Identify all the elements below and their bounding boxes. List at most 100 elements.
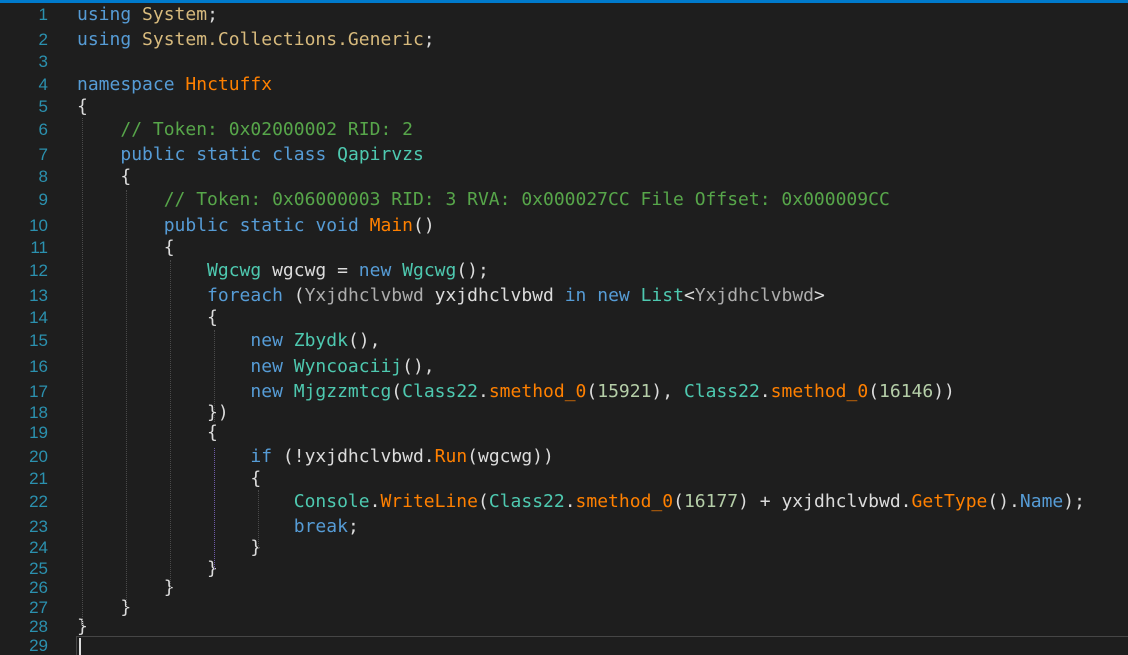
line-number: 5 (38, 97, 48, 116)
code-line[interactable]: 7 public static class Qapirvzs (0, 144, 1128, 166)
code-token: (!yxjdhclvbwd. (272, 446, 435, 467)
code-token: (). (987, 491, 1020, 512)
line-number: 13 (29, 286, 48, 305)
code-line[interactable]: 8 { (0, 166, 1128, 188)
code-token: namespace (77, 74, 175, 95)
code-token: (), (347, 330, 381, 351)
code-token: { (250, 468, 262, 489)
code-line[interactable]: 3 (0, 51, 1128, 73)
code-line[interactable]: 6 // Token: 0x02000002 RID: 2 (0, 119, 1128, 141)
text-caret (79, 638, 81, 655)
code-line[interactable]: 2 using System.Collections.Generic; (0, 29, 1128, 51)
line-number: 1 (38, 5, 48, 24)
code-token: { (207, 422, 218, 443)
code-token: { (120, 166, 132, 187)
code-token: ( (282, 285, 305, 306)
code-token: List (640, 285, 684, 306)
code-token: // Token: 0x02000002 RID: 2 (120, 119, 413, 140)
line-number: 11 (30, 238, 48, 257)
code-token: smethod_0 (575, 491, 674, 512)
code-text[interactable]: public static void Main() (77, 215, 435, 237)
code-token: foreach (207, 285, 283, 306)
code-text[interactable]: { (77, 96, 88, 118)
line-number: 20 (29, 447, 48, 466)
code-token: Hnctuffx (185, 74, 273, 95)
code-token: Zbydk (293, 330, 348, 351)
code-token: . (478, 381, 489, 402)
code-line[interactable]: 10 public static void Main() (0, 215, 1128, 237)
code-text[interactable]: }) (77, 402, 229, 424)
code-text[interactable]: new Mjgzzmtcg(Class22.smethod_0(15921), … (77, 381, 955, 403)
code-text[interactable]: break; (77, 516, 359, 538)
code-token: in (564, 285, 587, 306)
code-token: new (250, 356, 283, 377)
code-text[interactable]: new Wyncoaciij(), (77, 356, 434, 378)
code-text[interactable]: using System.Collections.Generic; (77, 29, 435, 51)
code-line[interactable]: 1 using System; (0, 4, 1128, 26)
code-token: > (814, 285, 825, 306)
code-editor[interactable]: 1 using System; 2 using System.Collections.… (0, 0, 1128, 655)
code-text[interactable]: { (77, 166, 131, 188)
code-token: 16146 (879, 381, 934, 402)
code-text[interactable]: Wgcwg wgcwg = new Wgcwg(); (77, 260, 489, 282)
code-token: < (683, 285, 695, 306)
code-text[interactable]: public static class Qapirvzs (77, 144, 423, 166)
code-token: ( (868, 381, 880, 402)
code-text[interactable]: Console.WriteLine(Class22.smethod_0(1617… (77, 491, 1085, 513)
code-text[interactable]: { (77, 422, 218, 444)
code-text[interactable]: // Token: 0x02000002 RID: 2 (77, 119, 413, 141)
line-number: 9 (38, 190, 48, 209)
code-line[interactable]: 9 // Token: 0x06000003 RID: 3 RVA: 0x000… (0, 189, 1128, 211)
code-token: Wyncoaciij (293, 356, 403, 377)
editor-top-accent (0, 0, 1128, 3)
code-token: // Token: 0x06000003 RID: 3 RVA: 0x00002… (163, 189, 890, 210)
code-token: } (250, 537, 262, 558)
code-text[interactable]: // Token: 0x06000003 RID: 3 RVA: 0x00002… (77, 189, 890, 211)
code-token: ) + yxjdhclvbwd. (738, 491, 912, 512)
code-text[interactable]: using System; (77, 4, 218, 26)
code-text[interactable]: foreach (Yxjdhclvbwd yxjdhclvbwd in new … (77, 285, 825, 307)
indent-guide-line (82, 118, 83, 627)
code-text[interactable]: if (!yxjdhclvbwd.Run(wgcwg)) (77, 446, 554, 468)
code-line[interactable]: 4 namespace Hnctuffx (0, 74, 1128, 96)
code-line[interactable]: 5{ (0, 96, 1128, 118)
line-number: 3 (38, 52, 48, 71)
code-token: WriteLine (380, 491, 478, 512)
code-token: ( (391, 381, 403, 402)
code-token: ), (651, 381, 684, 402)
code-line[interactable]: 11 { (0, 237, 1128, 259)
line-number: 18 (29, 403, 48, 422)
code-text[interactable]: { (77, 307, 218, 329)
indent-guide-line (126, 190, 127, 608)
line-number: 14 (29, 308, 48, 327)
code-token: Class22 (683, 381, 760, 402)
code-token: (); (456, 260, 489, 281)
code-text[interactable]: namespace Hnctuffx (77, 74, 272, 96)
code-token: } (207, 558, 218, 579)
code-token: (wgcwg)) (467, 446, 554, 467)
code-token: public (120, 144, 186, 165)
code-text[interactable]: new Zbydk(), (77, 330, 380, 352)
code-token: smethod_0 (488, 381, 587, 402)
line-number: 10 (29, 216, 48, 235)
